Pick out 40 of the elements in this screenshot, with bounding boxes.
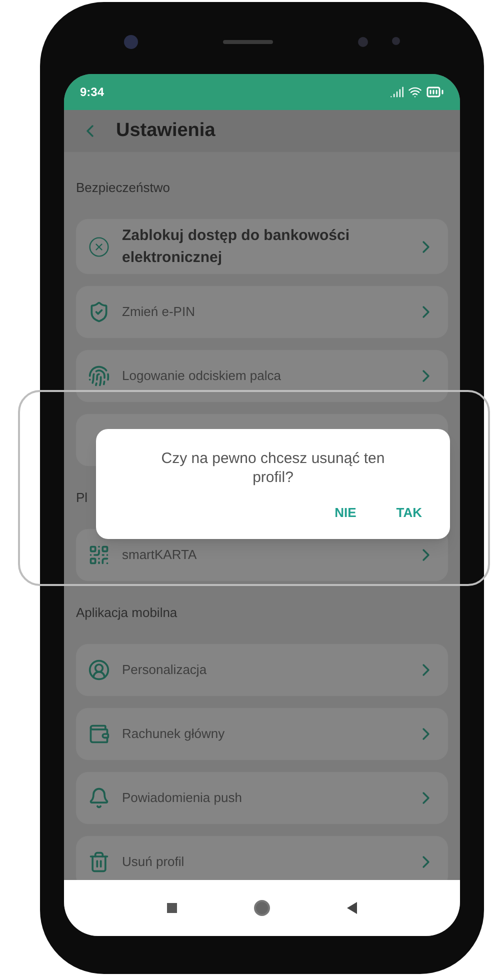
sensor-icon [392, 37, 400, 45]
recents-icon[interactable] [166, 903, 177, 913]
item-label: Logowanie odciskiem palca [122, 367, 282, 385]
section-title: Pl [76, 490, 88, 505]
item-label: Personalizacja [122, 661, 208, 679]
speaker-grille [223, 40, 273, 44]
item-label: Powiadomienia push [122, 789, 243, 807]
item-label: Zablokuj dostęp do bankowości elektronicznej [122, 226, 351, 268]
trash-icon [88, 851, 110, 873]
dialog-message: Czy na pewno chcesz usunąć ten profil? [160, 449, 386, 487]
settings-item[interactable]: Rachunek główny [76, 708, 448, 760]
status-time: 9:34 [80, 84, 104, 101]
grid-code-icon [88, 544, 110, 566]
item-label: Zmień e-PIN [122, 303, 196, 321]
settings-item[interactable]: Zmień e-PIN [76, 286, 448, 338]
dialog-button[interactable]: NIE [326, 499, 364, 526]
header-title: Ustawienia [116, 118, 216, 143]
wallet-icon [88, 723, 110, 745]
fingerprint-icon [88, 365, 110, 387]
section-title: Aplikacja mobilna [76, 605, 178, 620]
shield-check-icon [88, 301, 110, 323]
back-triangle-icon[interactable] [347, 902, 358, 914]
settings-item[interactable]: Powiadomienia push [76, 772, 448, 824]
sensor-icon [358, 37, 368, 47]
item-label: smartKARTA [122, 546, 198, 564]
wifi-icon [408, 85, 422, 99]
settings-item[interactable]: Logowanie odciskiem palca [76, 350, 448, 402]
user-circle-icon [88, 659, 110, 681]
settings-item[interactable]: Zablokuj dostęp do bankowości elektronicznej [76, 219, 448, 274]
circle-x-icon [88, 236, 110, 258]
item-label: Rachunek główny [122, 725, 226, 743]
bell-icon [88, 787, 110, 809]
settings-item[interactable]: Personalizacja [76, 644, 448, 696]
signal-icon [390, 85, 404, 99]
settings-item[interactable]: Usuń profil [76, 836, 448, 880]
camera-icon [124, 35, 138, 49]
section-title: Bezpieczeństwo [76, 180, 170, 195]
home-icon[interactable] [254, 900, 270, 916]
dialog-button[interactable]: TAK [388, 499, 430, 526]
item-label: Usuń profil [122, 853, 186, 871]
